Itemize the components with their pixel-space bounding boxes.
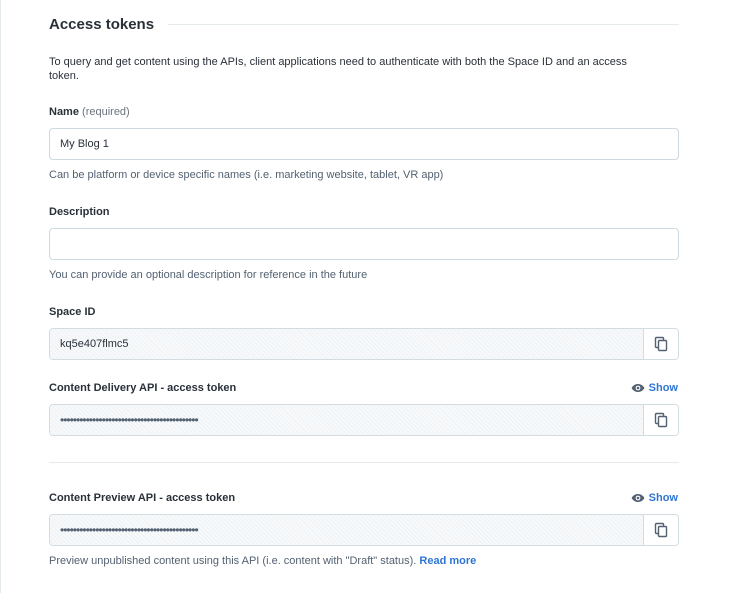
- description-input[interactable]: [49, 228, 679, 260]
- intro-text: To query and get content using the APIs,…: [49, 56, 627, 82]
- required-hint: (required): [82, 106, 130, 118]
- copy-icon: [654, 522, 668, 538]
- space-id-label: Space ID: [49, 306, 96, 318]
- description-help-text: You can provide an optional description …: [49, 269, 368, 281]
- delivery-show-button[interactable]: Show: [631, 382, 678, 394]
- section-divider: [49, 462, 679, 463]
- name-label-text: Name: [49, 106, 79, 118]
- section-title: Access tokens: [49, 16, 155, 33]
- preview-help-body: Preview unpublished content using this A…: [49, 555, 417, 567]
- preview-token-field: ••••••••••••••••••••••••••••••••••••••••…: [49, 514, 679, 546]
- copy-delivery-token-button[interactable]: [643, 405, 678, 435]
- delivery-token-label: Content Delivery API - access token: [49, 382, 237, 394]
- delivery-show-label: Show: [648, 382, 678, 394]
- access-tokens-panel: Access tokens To query and get content u…: [0, 0, 730, 593]
- eye-icon: [631, 384, 645, 392]
- copy-space-id-button[interactable]: [643, 329, 678, 359]
- read-more-link[interactable]: Read more: [419, 555, 476, 567]
- space-id-value[interactable]: kq5e407flmc5: [50, 329, 643, 359]
- delivery-token-field: ••••••••••••••••••••••••••••••••••••••••…: [49, 404, 679, 436]
- copy-icon: [654, 336, 668, 352]
- description-label: Description: [49, 206, 110, 218]
- section-header: Access tokens: [49, 16, 679, 33]
- name-label: Name (required): [49, 106, 130, 118]
- name-input-value: My Blog 1: [60, 138, 109, 150]
- preview-token-label: Content Preview API - access token: [49, 492, 236, 504]
- space-id-field: kq5e407flmc5: [49, 328, 679, 360]
- preview-show-label: Show: [648, 492, 678, 504]
- copy-icon: [654, 412, 668, 428]
- section-rule: [168, 24, 679, 25]
- name-input[interactable]: My Blog 1: [49, 128, 679, 160]
- copy-preview-token-button[interactable]: [643, 515, 678, 545]
- delivery-token-value[interactable]: ••••••••••••••••••••••••••••••••••••••••…: [50, 405, 643, 435]
- preview-token-value[interactable]: ••••••••••••••••••••••••••••••••••••••••…: [50, 515, 643, 545]
- eye-icon: [631, 494, 645, 502]
- name-help-text: Can be platform or device specific names…: [49, 169, 444, 181]
- preview-help-text: Preview unpublished content using this A…: [49, 555, 476, 567]
- preview-show-button[interactable]: Show: [631, 492, 678, 504]
